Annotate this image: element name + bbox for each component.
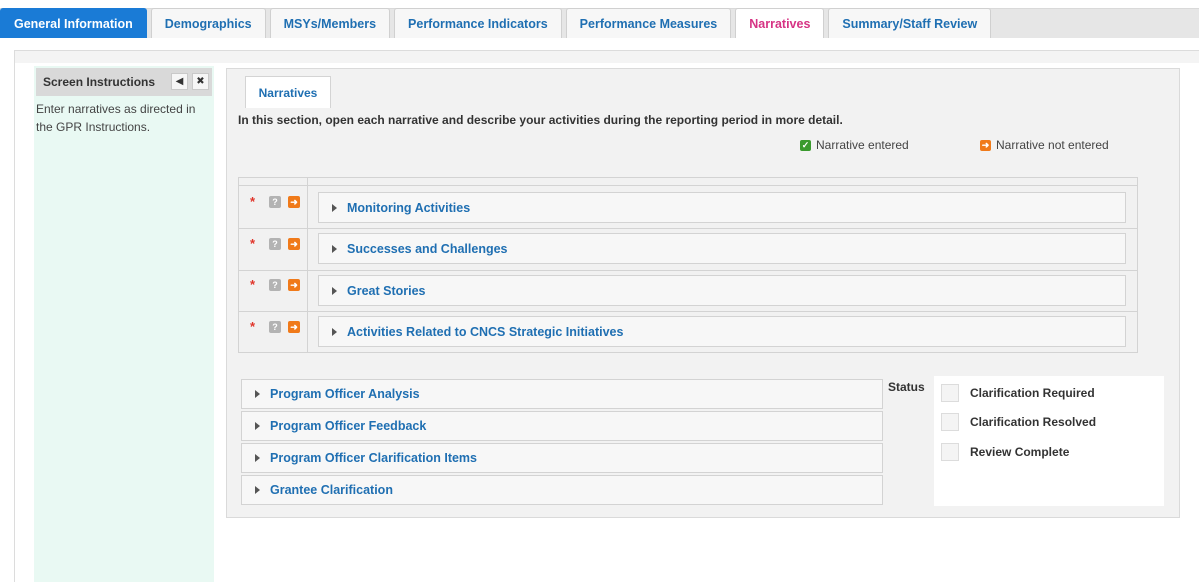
section-label: Program Officer Feedback — [270, 419, 427, 433]
narrative-label: Successes and Challenges — [347, 241, 508, 256]
required-marker: * — [250, 236, 256, 251]
table-row-markers: * ? ➜ — [250, 236, 300, 251]
status-clarification-resolved[interactable]: Clarification Resolved — [941, 413, 1096, 431]
triangle-left-icon[interactable]: ◀ — [171, 73, 188, 90]
narrative-great-stories[interactable]: Great Stories — [318, 275, 1126, 306]
table-row-markers: * ? ➜ — [250, 194, 300, 209]
required-marker: * — [250, 277, 256, 292]
tab-demographics[interactable]: Demographics — [150, 8, 266, 38]
content-frame-header — [15, 51, 1199, 63]
tab-narratives[interactable]: Narratives — [735, 8, 825, 38]
required-marker: * — [250, 319, 256, 334]
not-entered-icon: ➜ — [288, 195, 300, 208]
tab-general-information[interactable]: General Information — [0, 8, 147, 38]
triangle-right-icon — [332, 244, 337, 253]
checkbox[interactable] — [941, 384, 959, 402]
arrow-right-icon: ➜ — [980, 139, 991, 151]
narrative-cncs-strategic-initiatives[interactable]: Activities Related to CNCS Strategic Ini… — [318, 316, 1126, 347]
legend-entered-label: Narrative entered — [816, 138, 909, 152]
tab-performance-measures[interactable]: Performance Measures — [565, 8, 732, 38]
help-icon[interactable]: ? — [269, 195, 281, 208]
check-icon: ✓ — [800, 139, 811, 151]
legend-entered: ✓ Narrative entered — [800, 138, 909, 152]
checkbox[interactable] — [941, 413, 959, 431]
narrative-label: Great Stories — [347, 283, 426, 298]
status-review-complete[interactable]: Review Complete — [941, 443, 1069, 461]
grantee-clarification[interactable]: Grantee Clarification — [241, 475, 883, 505]
status-option-label: Review Complete — [970, 445, 1070, 459]
section-label: Program Officer Clarification Items — [270, 451, 478, 465]
triangle-right-icon — [255, 454, 260, 462]
section-label: Program Officer Analysis — [270, 387, 420, 401]
status-label: Status — [888, 380, 925, 394]
close-icon[interactable]: ✖ — [192, 73, 209, 90]
not-entered-icon: ➜ — [288, 278, 300, 291]
narratives-intro: In this section, open each narrative and… — [238, 113, 843, 127]
row-divider — [239, 228, 1137, 229]
row-divider — [239, 270, 1137, 271]
row-divider — [239, 311, 1137, 312]
not-entered-icon: ➜ — [288, 237, 300, 250]
narrative-successes-and-challenges[interactable]: Successes and Challenges — [318, 233, 1126, 264]
legend-not-entered: ➜ Narrative not entered — [980, 138, 1109, 152]
program-officer-analysis[interactable]: Program Officer Analysis — [241, 379, 883, 409]
screen-instructions-panel — [34, 66, 214, 582]
triangle-right-icon — [332, 203, 337, 212]
program-officer-clarification-items[interactable]: Program Officer Clarification Items — [241, 443, 883, 473]
tab-msys-members[interactable]: MSYs/Members — [269, 8, 391, 38]
checkbox[interactable] — [941, 443, 959, 461]
narrative-label: Monitoring Activities — [347, 200, 471, 215]
narrative-monitoring-activities[interactable]: Monitoring Activities — [318, 192, 1126, 223]
help-icon[interactable]: ? — [269, 278, 281, 291]
status-option-label: Clarification Required — [970, 386, 1095, 400]
tab-performance-indicators[interactable]: Performance Indicators — [394, 8, 562, 38]
help-icon[interactable]: ? — [269, 237, 281, 250]
required-marker: * — [250, 194, 256, 209]
program-officer-feedback[interactable]: Program Officer Feedback — [241, 411, 883, 441]
not-entered-icon: ➜ — [288, 320, 300, 333]
triangle-right-icon — [255, 390, 260, 398]
top-tab-bar: General Information Demographics MSYs/Me… — [0, 0, 1199, 39]
table-row-markers: * ? ➜ — [250, 277, 300, 292]
triangle-right-icon — [332, 327, 337, 336]
table-header — [239, 178, 1137, 186]
status-option-label: Clarification Resolved — [970, 415, 1097, 429]
help-icon[interactable]: ? — [269, 320, 281, 333]
main-tabs: General Information Demographics MSYs/Me… — [0, 8, 995, 38]
section-label: Grantee Clarification — [270, 483, 393, 497]
column-divider — [307, 178, 308, 352]
tab-summary-staff-review[interactable]: Summary/Staff Review — [828, 8, 992, 38]
screen-instructions-title: Screen Instructions — [43, 75, 156, 89]
screen-instructions-text: Enter narratives as directed in the GPR … — [36, 102, 196, 134]
legend-not-entered-label: Narrative not entered — [996, 138, 1109, 152]
status-clarification-required[interactable]: Clarification Required — [941, 384, 1095, 402]
tab-narratives-inner[interactable]: Narratives — [245, 76, 331, 108]
narrative-label: Activities Related to CNCS Strategic Ini… — [347, 324, 624, 339]
table-row-markers: * ? ➜ — [250, 319, 300, 334]
triangle-right-icon — [332, 286, 337, 295]
triangle-right-icon — [255, 486, 260, 494]
triangle-right-icon — [255, 422, 260, 430]
